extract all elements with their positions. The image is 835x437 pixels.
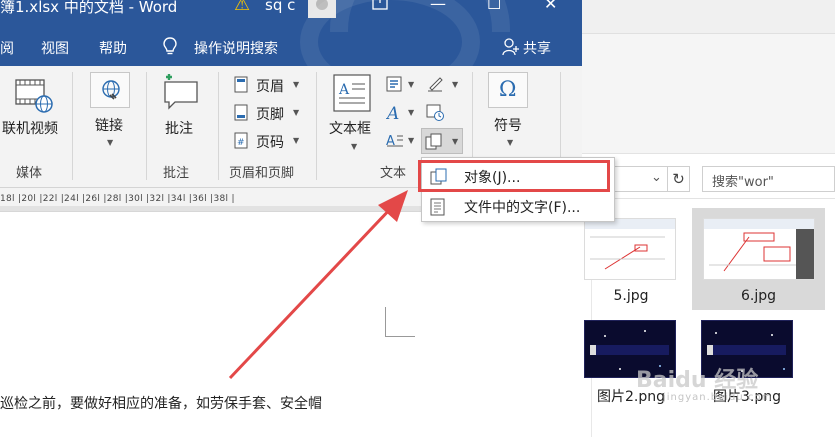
screenshot: 簿1.xlsx 中的文档 - Word ⚠ sq c — ☐ ✕ 阅 视图 帮助…	[0, 0, 835, 437]
baidu-watermark-url: jingyan.baidu.com	[663, 392, 773, 403]
baidu-watermark: Baidu 经验	[636, 368, 759, 393]
